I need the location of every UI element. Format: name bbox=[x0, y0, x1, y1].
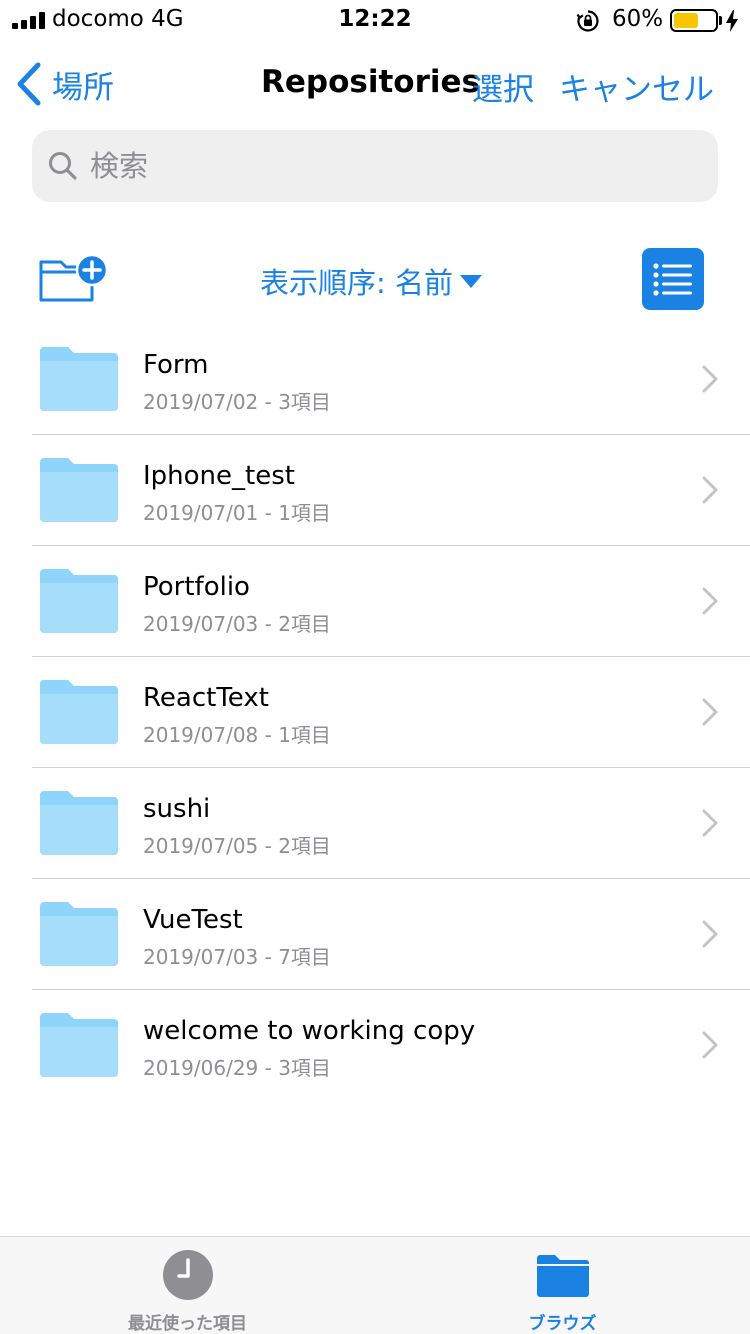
search-icon bbox=[49, 152, 77, 180]
list-icon bbox=[653, 263, 692, 296]
list-item[interactable]: Iphone_test 2019/07/01 - 1項目 bbox=[0, 435, 750, 546]
file-meta: 2019/07/03 - 2項目 bbox=[143, 612, 331, 636]
list-item[interactable]: VueTest 2019/07/03 - 7項目 bbox=[0, 879, 750, 990]
tab-recents[interactable]: 最近使った項目 bbox=[0, 1237, 375, 1334]
sort-order-label: 表示順序: 名前 bbox=[260, 266, 453, 300]
file-name: Iphone_test bbox=[143, 461, 295, 491]
file-name: VueTest bbox=[143, 905, 243, 935]
chevron-right-icon bbox=[702, 476, 718, 504]
folder-icon bbox=[40, 680, 118, 744]
chevron-right-icon bbox=[702, 809, 718, 837]
file-meta: 2019/07/03 - 7項目 bbox=[143, 945, 331, 969]
chevron-left-icon bbox=[17, 62, 41, 106]
file-meta: 2019/06/29 - 3項目 bbox=[143, 1056, 331, 1080]
status-bar: docomo 4G 12:22 60% bbox=[0, 0, 750, 40]
file-meta: 2019/07/08 - 1項目 bbox=[143, 723, 331, 747]
tab-recents-label: 最近使った項目 bbox=[128, 1314, 247, 1334]
folder-icon bbox=[40, 902, 118, 966]
view-toggle-button[interactable] bbox=[642, 248, 704, 310]
folder-icon bbox=[40, 1013, 118, 1077]
tab-browse[interactable]: ブラウズ bbox=[375, 1237, 750, 1334]
file-name: sushi bbox=[143, 794, 211, 824]
list-item[interactable]: Form 2019/07/02 - 3項目 bbox=[0, 324, 750, 435]
list-item[interactable]: welcome to working copy 2019/06/29 - 3項目 bbox=[0, 990, 750, 1101]
chevron-right-icon bbox=[702, 587, 718, 615]
triangle-down-icon bbox=[460, 275, 482, 288]
rotation-lock-icon bbox=[576, 10, 599, 32]
file-name: Portfolio bbox=[143, 572, 250, 602]
chevron-right-icon bbox=[702, 698, 718, 726]
back-label: 場所 bbox=[52, 69, 114, 106]
file-list: Form 2019/07/02 - 3項目 Iphone_test 2019/0… bbox=[0, 324, 750, 1101]
folder-icon bbox=[40, 347, 118, 411]
chevron-right-icon bbox=[702, 365, 718, 393]
search-bar[interactable] bbox=[32, 130, 718, 202]
new-folder-button[interactable] bbox=[38, 253, 110, 308]
file-name: ReactText bbox=[143, 683, 269, 713]
file-name: welcome to working copy bbox=[143, 1016, 476, 1046]
file-meta: 2019/07/02 - 3項目 bbox=[143, 390, 331, 414]
chevron-right-icon bbox=[702, 1031, 718, 1059]
battery-percent: 60% bbox=[612, 6, 664, 32]
search-input[interactable] bbox=[90, 144, 690, 188]
cancel-button[interactable]: キャンセル bbox=[559, 64, 714, 109]
list-item[interactable]: Portfolio 2019/07/03 - 2項目 bbox=[0, 546, 750, 657]
back-button[interactable]: 場所 bbox=[16, 62, 114, 106]
battery-icon bbox=[670, 9, 718, 32]
file-name: Form bbox=[143, 350, 209, 380]
folder-icon bbox=[40, 791, 118, 855]
sort-order-dropdown[interactable]: 表示順序: 名前 bbox=[260, 260, 483, 302]
tab-browse-label: ブラウズ bbox=[528, 1314, 597, 1334]
tab-bar: 最近使った項目 ブラウズ bbox=[0, 1236, 750, 1334]
file-meta: 2019/07/01 - 1項目 bbox=[143, 501, 331, 525]
file-meta: 2019/07/05 - 2項目 bbox=[143, 834, 331, 858]
battery-cap bbox=[719, 16, 722, 25]
list-item[interactable]: sushi 2019/07/05 - 2項目 bbox=[0, 768, 750, 879]
folder-icon bbox=[40, 458, 118, 522]
folder-icon bbox=[40, 569, 118, 633]
clock-icon bbox=[162, 1250, 213, 1300]
select-button[interactable]: 選択 bbox=[472, 64, 534, 109]
folder-tab-icon bbox=[536, 1255, 589, 1297]
charging-bolt-icon bbox=[726, 10, 738, 32]
page-title: Repositories bbox=[261, 64, 480, 100]
folder-plus-icon bbox=[39, 253, 109, 302]
list-item[interactable]: ReactText 2019/07/08 - 1項目 bbox=[0, 657, 750, 768]
chevron-right-icon bbox=[702, 920, 718, 948]
